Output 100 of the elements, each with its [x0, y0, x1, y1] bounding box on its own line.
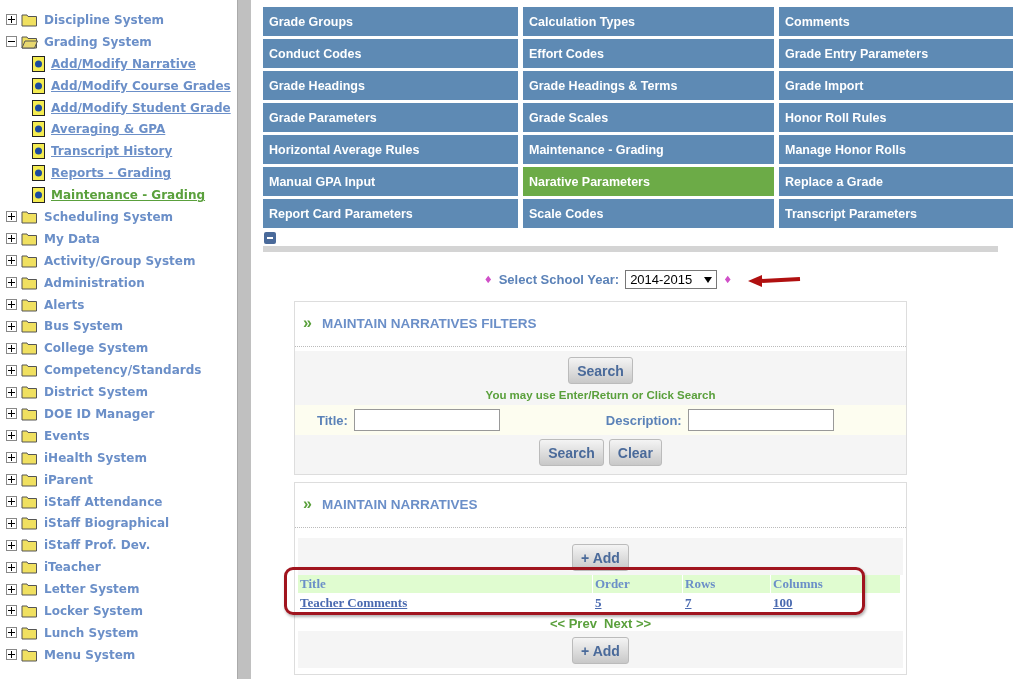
- table-link[interactable]: 5: [593, 593, 683, 612]
- menu-tile[interactable]: Conduct Codes: [263, 39, 518, 68]
- column-header: Rows: [683, 575, 770, 593]
- tree-folder-item[interactable]: Grading System: [44, 34, 152, 49]
- expand-icon[interactable]: [6, 474, 17, 486]
- tree-link[interactable]: Reports - Grading: [51, 166, 172, 181]
- tree-folder-item[interactable]: iStaff Prof. Dev.: [44, 538, 151, 553]
- expand-icon[interactable]: [6, 561, 17, 573]
- tree-folder-item[interactable]: DOE ID Manager: [44, 406, 155, 421]
- expand-icon[interactable]: [6, 649, 17, 661]
- tree-folder-item[interactable]: iHealth System: [44, 450, 147, 465]
- tree-folder-item[interactable]: iStaff Biographical: [44, 516, 170, 531]
- expand-icon[interactable]: [6, 539, 17, 551]
- expand-icon[interactable]: [6, 299, 17, 310]
- tree-folder-item[interactable]: District System: [44, 385, 148, 400]
- menu-tile[interactable]: Grade Headings: [263, 71, 518, 100]
- expand-icon[interactable]: [6, 320, 17, 332]
- tree-link[interactable]: Add/Modify Course Grades: [51, 78, 231, 93]
- chevron-icon: »: [303, 495, 312, 513]
- description-input[interactable]: [687, 409, 834, 431]
- search-button[interactable]: Search: [539, 439, 604, 466]
- expand-icon[interactable]: [6, 627, 17, 639]
- description-label: Description:: [605, 412, 682, 428]
- expand-icon[interactable]: [6, 255, 17, 267]
- chevron-icon: »: [303, 314, 312, 332]
- menu-tile[interactable]: Effort Codes: [523, 39, 774, 68]
- menu-tile[interactable]: Honor Roll Rules: [779, 103, 1013, 132]
- expand-icon[interactable]: [6, 277, 17, 289]
- tree-folder-item[interactable]: My Data: [44, 231, 100, 246]
- folder-icon: [21, 516, 38, 531]
- menu-tile[interactable]: Grade Entry Parameters: [779, 39, 1013, 68]
- expand-icon[interactable]: [6, 408, 17, 420]
- folder-icon: [21, 363, 38, 378]
- document-icon: [32, 121, 45, 138]
- tree-folder-item[interactable]: iTeacher: [44, 560, 101, 575]
- menu-tile[interactable]: Calculation Types: [523, 7, 774, 36]
- document-icon: [32, 143, 45, 160]
- school-year-select[interactable]: 2014-2015: [625, 270, 718, 289]
- menu-tile[interactable]: Replace a Grade: [779, 167, 1013, 196]
- menu-tile[interactable]: Grade Headings & Terms: [523, 71, 774, 100]
- search-button[interactable]: Search: [568, 357, 633, 384]
- menu-tile[interactable]: Grade Parameters: [263, 103, 518, 132]
- dropdown-arrow-icon[interactable]: [704, 276, 713, 283]
- expand-icon[interactable]: [6, 364, 17, 376]
- menu-tile[interactable]: Scale Codes: [523, 199, 774, 228]
- document-icon: [32, 187, 45, 204]
- menu-tile[interactable]: Grade Scales: [523, 103, 774, 132]
- expand-icon[interactable]: [6, 517, 17, 529]
- folder-icon: [21, 209, 38, 224]
- tree-link[interactable]: Add/Modify Student Grade: [51, 100, 231, 115]
- expand-icon[interactable]: [6, 430, 17, 442]
- tree-link[interactable]: Add/Modify Narrative: [51, 56, 196, 71]
- tree-folder-item[interactable]: Activity/Group System: [44, 253, 196, 268]
- menu-tile[interactable]: Manual GPA Input: [263, 167, 518, 196]
- menu-tile[interactable]: Grade Import: [779, 71, 1013, 100]
- tree-folder-item[interactable]: iParent: [44, 472, 94, 487]
- tree-link[interactable]: Transcript History: [51, 144, 173, 159]
- collapse-icon[interactable]: [6, 36, 17, 48]
- tree-link[interactable]: Maintenance - Grading: [51, 188, 206, 203]
- expand-icon[interactable]: [6, 211, 17, 223]
- tree-folder-item[interactable]: Locker System: [44, 604, 143, 618]
- table-link[interactable]: Teacher Comments: [298, 593, 593, 612]
- tree-folder-item[interactable]: Letter System: [44, 582, 140, 597]
- expand-icon[interactable]: [6, 342, 17, 354]
- tree-link[interactable]: Averaging & GPA: [51, 122, 166, 137]
- tree-folder-item[interactable]: iStaff Attendance: [44, 494, 163, 509]
- menu-tile[interactable]: Comments: [779, 7, 1013, 36]
- tree-folder-item[interactable]: Competency/Standards: [44, 363, 202, 378]
- expand-icon[interactable]: [6, 233, 17, 245]
- menu-tile[interactable]: Grade Groups: [263, 7, 518, 36]
- tree-folder-item[interactable]: College System: [44, 341, 149, 356]
- tree-folder-item[interactable]: Alerts: [44, 297, 85, 312]
- menu-tile[interactable]: Report Card Parameters: [263, 199, 518, 228]
- expand-icon[interactable]: [6, 386, 17, 398]
- add-button[interactable]: + Add: [572, 637, 629, 664]
- title-input[interactable]: [353, 409, 500, 431]
- tree-folder-item[interactable]: Events: [44, 428, 90, 443]
- menu-tile[interactable]: Manage Honor Rolls: [779, 135, 1013, 164]
- tree-folder-item[interactable]: Discipline System: [44, 12, 165, 27]
- expand-icon[interactable]: [6, 496, 17, 508]
- menu-tile[interactable]: Transcript Parameters: [779, 199, 1013, 228]
- clear-button[interactable]: Clear: [608, 439, 662, 466]
- pager[interactable]: << Prev Next >>: [549, 616, 652, 631]
- folder-icon: [21, 604, 38, 618]
- expand-icon[interactable]: [6, 14, 17, 26]
- tree-folder-item[interactable]: Scheduling System: [44, 209, 174, 224]
- menu-tile[interactable]: Maintenance - Grading: [523, 135, 774, 164]
- expand-icon[interactable]: [6, 583, 17, 595]
- menu-tile[interactable]: Narative Parameters: [523, 167, 774, 196]
- tree-folder-item[interactable]: Menu System: [44, 647, 136, 662]
- expand-icon[interactable]: [6, 605, 17, 617]
- menu-tile[interactable]: Horizontal Average Rules: [263, 135, 518, 164]
- folder-icon: [21, 253, 38, 268]
- tree-folder-item[interactable]: Bus System: [44, 319, 123, 334]
- tree-folder-item[interactable]: Lunch System: [44, 625, 139, 640]
- table-link[interactable]: 100: [771, 593, 901, 612]
- tree-folder-item[interactable]: Administration: [44, 275, 145, 290]
- expand-icon[interactable]: [6, 452, 17, 464]
- open-folder-icon: [21, 34, 38, 49]
- table-link[interactable]: 7: [683, 593, 771, 612]
